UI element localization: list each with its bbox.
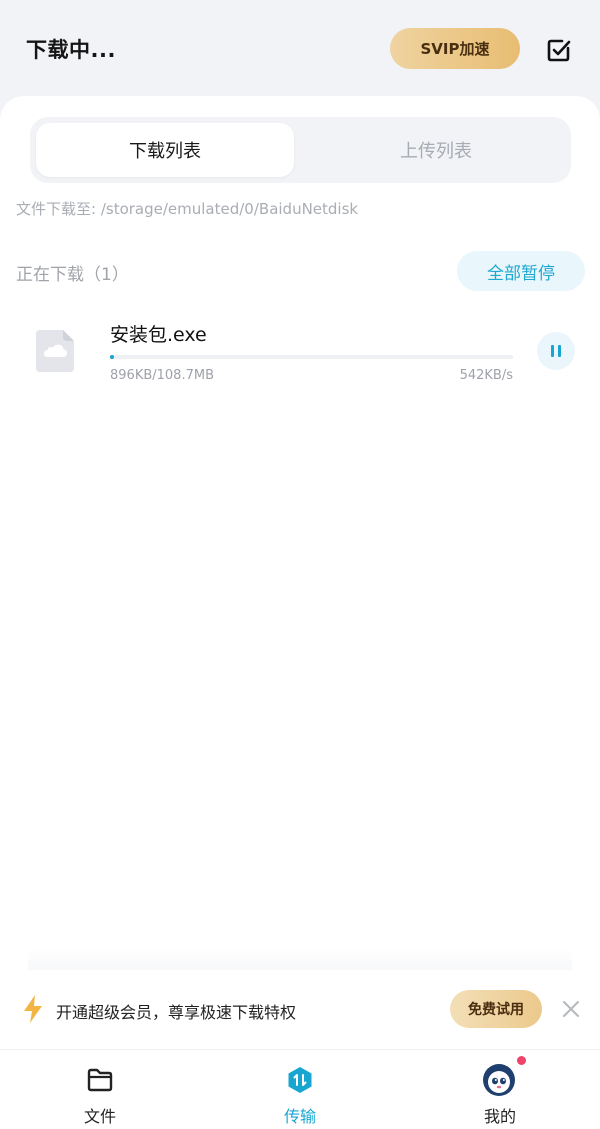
bottom-nav: 文件 传输 我的 — [0, 1049, 600, 1129]
nav-profile[interactable]: 我的 — [440, 1050, 560, 1129]
file-icon — [36, 330, 74, 372]
multi-select-icon[interactable] — [545, 36, 573, 64]
download-path: 文件下载至: /storage/emulated/0/BaiduNetdisk — [16, 200, 359, 218]
tab-download-list[interactable]: 下载列表 — [36, 123, 294, 177]
free-trial-button[interactable]: 免费试用 — [450, 990, 542, 1028]
download-progress-fill — [110, 355, 114, 359]
top-header: 下载中... SVIP加速 — [0, 0, 600, 96]
nav-files[interactable]: 文件 — [40, 1050, 160, 1129]
download-item[interactable]: 安装包.exe 896KB/108.7MB 542KB/s — [0, 306, 600, 396]
transfer-panel: 下载列表 上传列表 文件下载至: /storage/emulated/0/Bai… — [0, 96, 600, 1050]
transfer-icon — [288, 1067, 312, 1093]
nav-profile-label: 我的 — [483, 1107, 516, 1126]
vip-promo-banner[interactable]: 开通超级会员，尊享极速下载特权 免费试用 — [0, 970, 600, 1048]
notification-badge — [517, 1056, 526, 1065]
downloading-section-label: 正在下载（1） — [16, 265, 129, 285]
pause-all-button[interactable]: 全部暂停 — [457, 251, 585, 291]
nav-transfer-label: 传输 — [283, 1107, 316, 1126]
download-speed: 542KB/s — [459, 368, 513, 383]
page-title: 下载中... — [26, 38, 116, 62]
avatar-icon — [483, 1064, 515, 1096]
promo-text: 开通超级会员，尊享极速下载特权 — [56, 1003, 297, 1022]
folder-icon — [87, 1068, 113, 1092]
download-progress-bar — [110, 355, 513, 359]
list-switcher: 下载列表 上传列表 — [30, 117, 571, 183]
nav-files-label: 文件 — [83, 1107, 116, 1126]
pause-icon — [551, 345, 561, 357]
pause-download-button[interactable] — [537, 332, 575, 370]
file-size-progress: 896KB/108.7MB — [110, 368, 214, 383]
close-icon[interactable] — [562, 1000, 580, 1018]
svip-boost-button[interactable]: SVIP加速 — [390, 28, 520, 69]
file-name: 安装包.exe — [110, 324, 207, 346]
promo-divider — [28, 947, 572, 971]
lightning-icon — [24, 995, 42, 1023]
nav-transfer[interactable]: 传输 — [240, 1050, 360, 1129]
tab-upload-list[interactable]: 上传列表 — [307, 123, 565, 177]
